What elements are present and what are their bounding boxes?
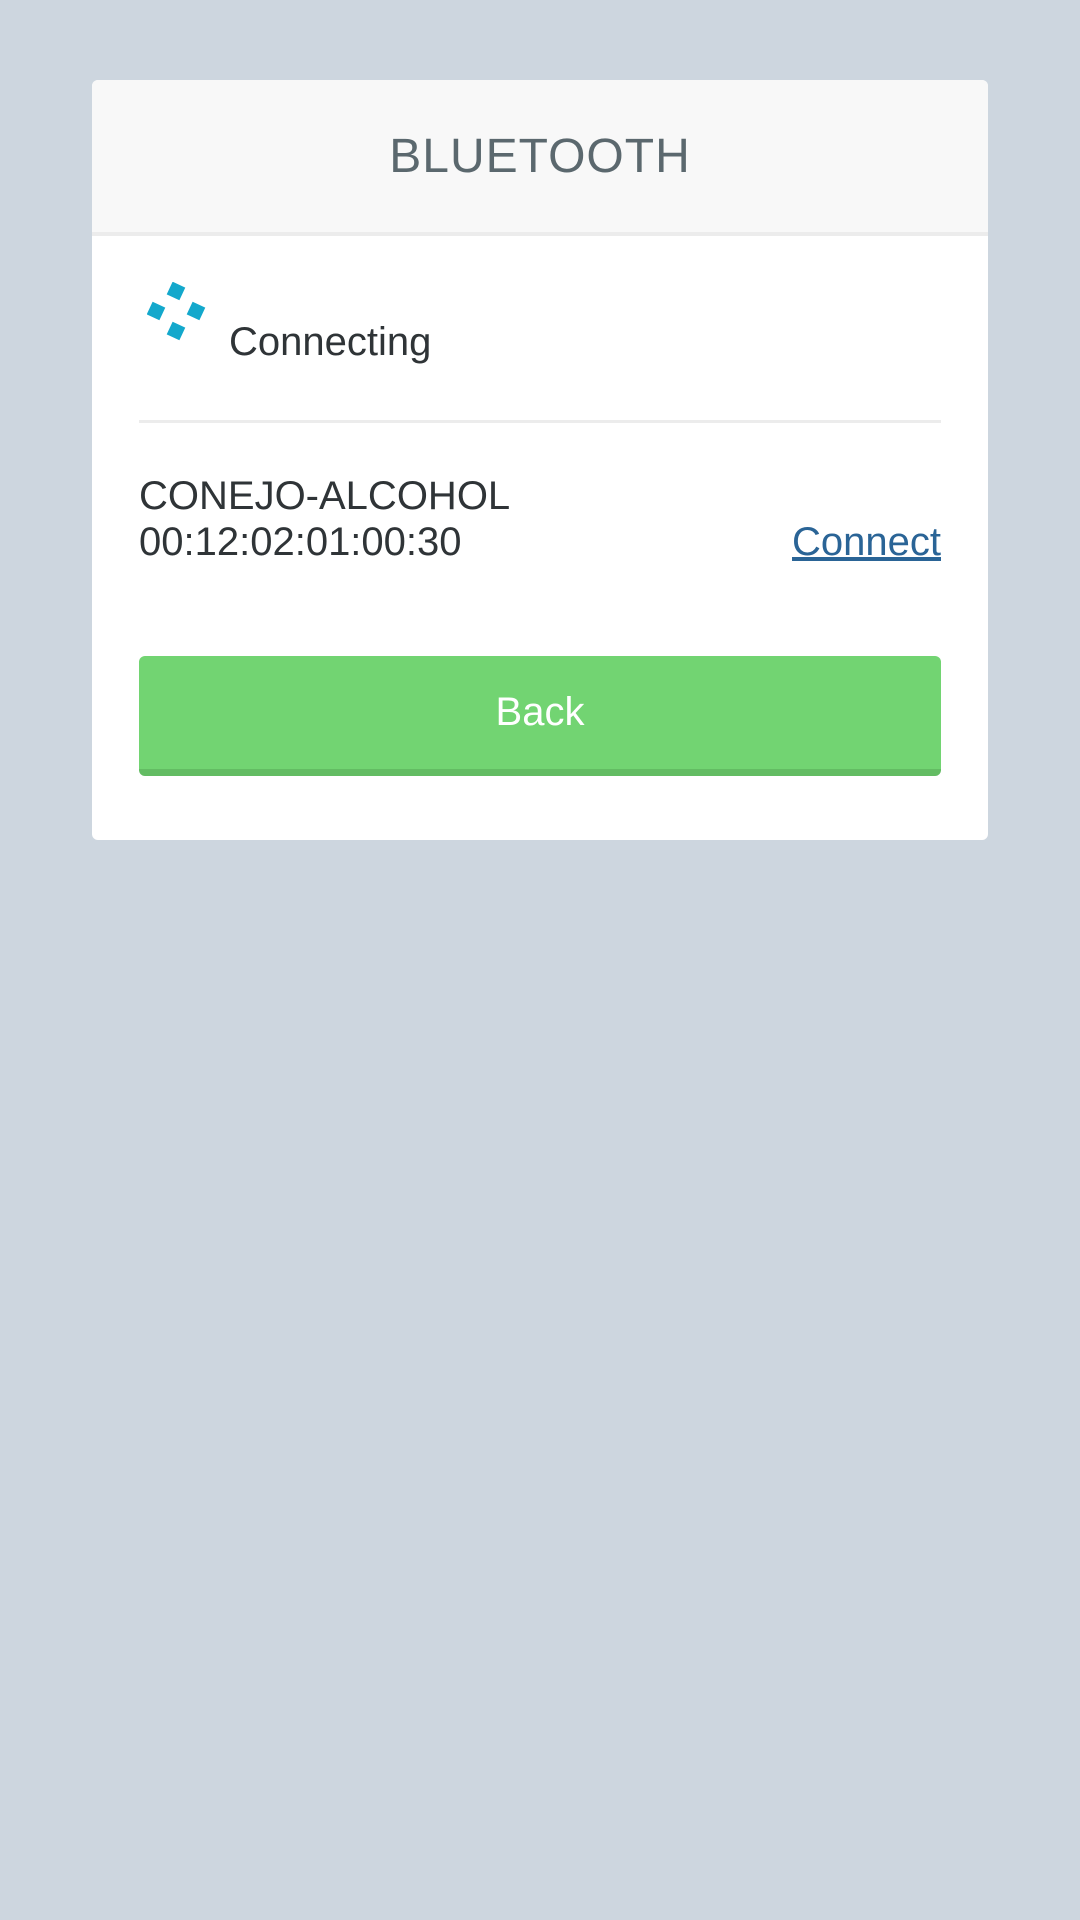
connect-link[interactable]: Connect [792, 519, 941, 565]
status-text: Connecting [229, 320, 432, 364]
dialog-body: Connecting CONEJO-ALCOHOL 00:12:02:01:00… [92, 236, 988, 776]
device-list-item: CONEJO-ALCOHOL 00:12:02:01:00:30 Connect [139, 423, 941, 593]
dialog-title: BLUETOOTH [389, 129, 691, 183]
dialog-header: BLUETOOTH [92, 80, 988, 236]
device-name: CONEJO-ALCOHOL [139, 474, 511, 518]
device-mac-address: 00:12:02:01:00:30 [139, 520, 462, 564]
loading-spinner-icon [147, 282, 206, 341]
back-button[interactable]: Back [139, 656, 941, 776]
bluetooth-dialog: BLUETOOTH Connecting CONEJO-ALCOHOL 00:1… [92, 80, 988, 840]
back-button-label: Back [495, 690, 585, 734]
connection-status: Connecting [139, 236, 941, 423]
